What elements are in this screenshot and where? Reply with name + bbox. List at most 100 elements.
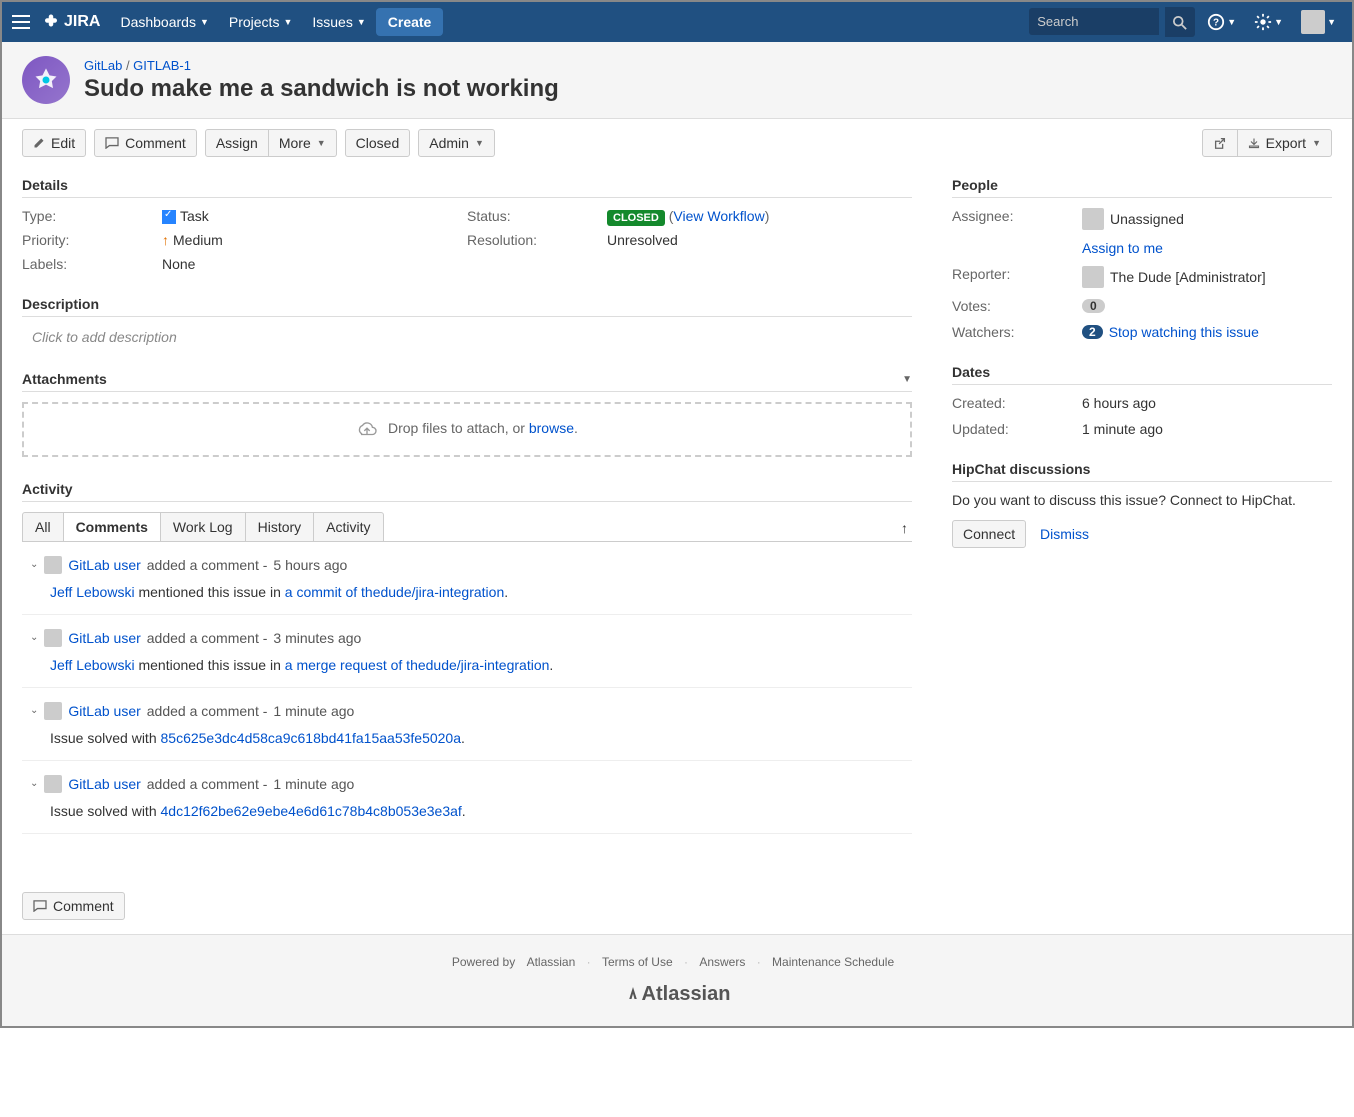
- footer: Powered by Atlassian · Terms of Use · An…: [2, 934, 1352, 1026]
- breadcrumb-issue-key[interactable]: GITLAB-1: [133, 58, 191, 73]
- nav-projects[interactable]: Projects▼: [219, 14, 303, 30]
- view-workflow-link[interactable]: View Workflow: [673, 208, 764, 224]
- page-header: GitLab / GITLAB-1 Sudo make me a sandwic…: [2, 42, 1352, 119]
- share-button[interactable]: [1202, 129, 1238, 157]
- comment-author-link[interactable]: GitLab user: [68, 630, 140, 646]
- watchers-label: Watchers:: [952, 324, 1082, 340]
- resolution-value: Unresolved: [607, 232, 912, 248]
- footer-answers-link[interactable]: Answers: [699, 955, 745, 969]
- jira-logo[interactable]: JIRA: [42, 13, 100, 31]
- more-button[interactable]: More ▼: [269, 129, 337, 157]
- status-label: Status:: [467, 208, 607, 224]
- labels-label: Labels:: [22, 256, 162, 272]
- comment-user-link[interactable]: Jeff Lebowski: [50, 657, 135, 673]
- collapse-icon[interactable]: ⌄: [30, 559, 38, 570]
- tab-activity[interactable]: Activity: [314, 513, 382, 541]
- comment-timestamp: 5 hours ago: [273, 557, 347, 573]
- assign-to-me-link[interactable]: Assign to me: [1082, 240, 1163, 256]
- attachment-dropzone[interactable]: Drop files to attach, or browse.: [22, 402, 912, 456]
- tab-comments[interactable]: Comments: [64, 513, 161, 541]
- breadcrumb-project[interactable]: GitLab: [84, 58, 122, 73]
- comment-body: Jeff Lebowski mentioned this issue in a …: [30, 584, 904, 600]
- nav-issues[interactable]: Issues▼: [302, 14, 375, 30]
- user-menu[interactable]: ▼: [1295, 10, 1342, 34]
- comment-author-link[interactable]: GitLab user: [68, 776, 140, 792]
- comment-reference-link[interactable]: a merge request of thedude/jira-integrat…: [285, 657, 550, 673]
- dates-header: Dates: [952, 364, 1332, 385]
- settings-icon[interactable]: ▼: [1248, 13, 1289, 31]
- resolution-label: Resolution:: [467, 232, 607, 248]
- assign-button[interactable]: Assign: [205, 129, 269, 157]
- created-value: 6 hours ago: [1082, 395, 1332, 411]
- browse-link[interactable]: browse: [529, 420, 574, 436]
- footer-atlassian-link[interactable]: Atlassian: [527, 955, 576, 969]
- add-comment-button[interactable]: Comment: [22, 892, 125, 920]
- comment-timestamp: 3 minutes ago: [273, 630, 361, 646]
- people-section: People Assignee: Unassigned Assign to me…: [952, 177, 1332, 340]
- tab-all[interactable]: All: [23, 513, 64, 541]
- hipchat-header: HipChat discussions: [952, 461, 1332, 482]
- avatar-icon: [44, 629, 62, 647]
- search-icon[interactable]: [1165, 7, 1195, 37]
- atlassian-logo: Atlassian: [22, 983, 1332, 1006]
- search-input[interactable]: [1029, 8, 1159, 35]
- hipchat-dismiss-link[interactable]: Dismiss: [1040, 526, 1089, 542]
- footer-terms-link[interactable]: Terms of Use: [602, 955, 673, 969]
- comment-button[interactable]: Comment: [94, 129, 197, 157]
- comment-reference-link[interactable]: 4dc12f62be62e9ebe4e6d61c78b4c8b053e3e3af: [161, 803, 462, 819]
- people-header: People: [952, 177, 1332, 198]
- attachments-options-icon[interactable]: ▼: [902, 374, 912, 385]
- pencil-icon: [33, 137, 45, 149]
- svg-text:?: ?: [1213, 18, 1219, 29]
- cloud-upload-icon: [356, 420, 378, 438]
- updated-label: Updated:: [952, 421, 1082, 437]
- comment-reference-link[interactable]: a commit of thedude/jira-integration: [285, 584, 504, 600]
- create-button[interactable]: Create: [376, 8, 444, 36]
- stop-watching-link[interactable]: Stop watching this issue: [1109, 324, 1259, 340]
- comment-timestamp: 1 minute ago: [273, 776, 354, 792]
- task-icon: [162, 210, 176, 224]
- comment-author-link[interactable]: GitLab user: [68, 557, 140, 573]
- comment-item: ⌄GitLab user added a comment - 1 minute …: [22, 761, 912, 834]
- speech-bubble-icon: [33, 900, 47, 912]
- avatar-icon: [44, 556, 62, 574]
- export-icon: [1248, 137, 1260, 149]
- nav-dashboards[interactable]: Dashboards▼: [110, 14, 218, 30]
- collapse-icon[interactable]: ⌄: [30, 705, 38, 716]
- comment-timestamp: 1 minute ago: [273, 703, 354, 719]
- dates-section: Dates Created: 6 hours ago Updated: 1 mi…: [952, 364, 1332, 437]
- workflow-status-button[interactable]: Closed: [345, 129, 411, 157]
- comment-user-link[interactable]: Jeff Lebowski: [50, 584, 135, 600]
- hipchat-connect-button[interactable]: Connect: [952, 520, 1026, 548]
- tab-history[interactable]: History: [246, 513, 315, 541]
- sort-icon[interactable]: ↑: [901, 520, 908, 536]
- priority-label: Priority:: [22, 232, 162, 248]
- top-navigation: JIRA Dashboards▼ Projects▼ Issues▼ Creat…: [2, 2, 1352, 42]
- hipchat-text: Do you want to discuss this issue? Conne…: [952, 492, 1332, 508]
- status-badge: CLOSED: [607, 210, 665, 226]
- votes-label: Votes:: [952, 298, 1082, 314]
- admin-button[interactable]: Admin ▼: [418, 129, 495, 157]
- labels-value: None: [162, 256, 467, 272]
- avatar-icon: [1082, 208, 1104, 230]
- collapse-icon[interactable]: ⌄: [30, 778, 38, 789]
- speech-bubble-icon: [105, 137, 119, 149]
- footer-maintenance-link[interactable]: Maintenance Schedule: [772, 955, 894, 969]
- comment-reference-link[interactable]: 85c625e3dc4d58ca9c618bd41fa15aa53fe5020a: [161, 730, 462, 746]
- edit-button[interactable]: Edit: [22, 129, 86, 157]
- description-placeholder[interactable]: Click to add description: [22, 327, 912, 347]
- comment-author-link[interactable]: GitLab user: [68, 703, 140, 719]
- avatar-icon: [44, 775, 62, 793]
- avatar-icon: [44, 702, 62, 720]
- attachments-section: Attachments ▼ Drop files to attach, or b…: [22, 371, 912, 456]
- tab-worklog[interactable]: Work Log: [161, 513, 246, 541]
- issue-title: Sudo make me a sandwich is not working: [84, 75, 559, 103]
- comment-item: ⌄GitLab user added a comment - 3 minutes…: [22, 615, 912, 688]
- export-button[interactable]: Export ▼: [1238, 129, 1332, 157]
- share-icon: [1213, 136, 1227, 150]
- attachments-header: Attachments: [22, 371, 107, 387]
- menu-icon[interactable]: [12, 15, 32, 29]
- assignee-value: Unassigned: [1110, 211, 1184, 227]
- help-icon[interactable]: ? ▼: [1201, 13, 1242, 31]
- collapse-icon[interactable]: ⌄: [30, 632, 38, 643]
